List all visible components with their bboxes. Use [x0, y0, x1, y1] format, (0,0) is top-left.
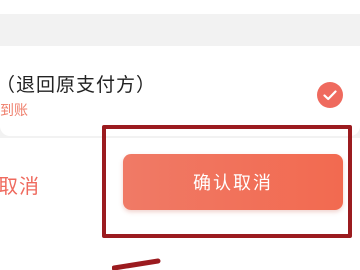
arrow-annotation-icon — [112, 258, 161, 270]
highlight-annotation-box — [102, 125, 352, 238]
refund-option-title: （退回原支付方） — [0, 74, 157, 96]
checkmark-icon — [323, 89, 337, 100]
top-card — [0, 0, 360, 14]
cancel-button[interactable]: 取消 — [0, 170, 40, 199]
selected-check-icon[interactable] — [317, 82, 343, 108]
refund-option-subtitle: 到账 — [0, 103, 28, 119]
